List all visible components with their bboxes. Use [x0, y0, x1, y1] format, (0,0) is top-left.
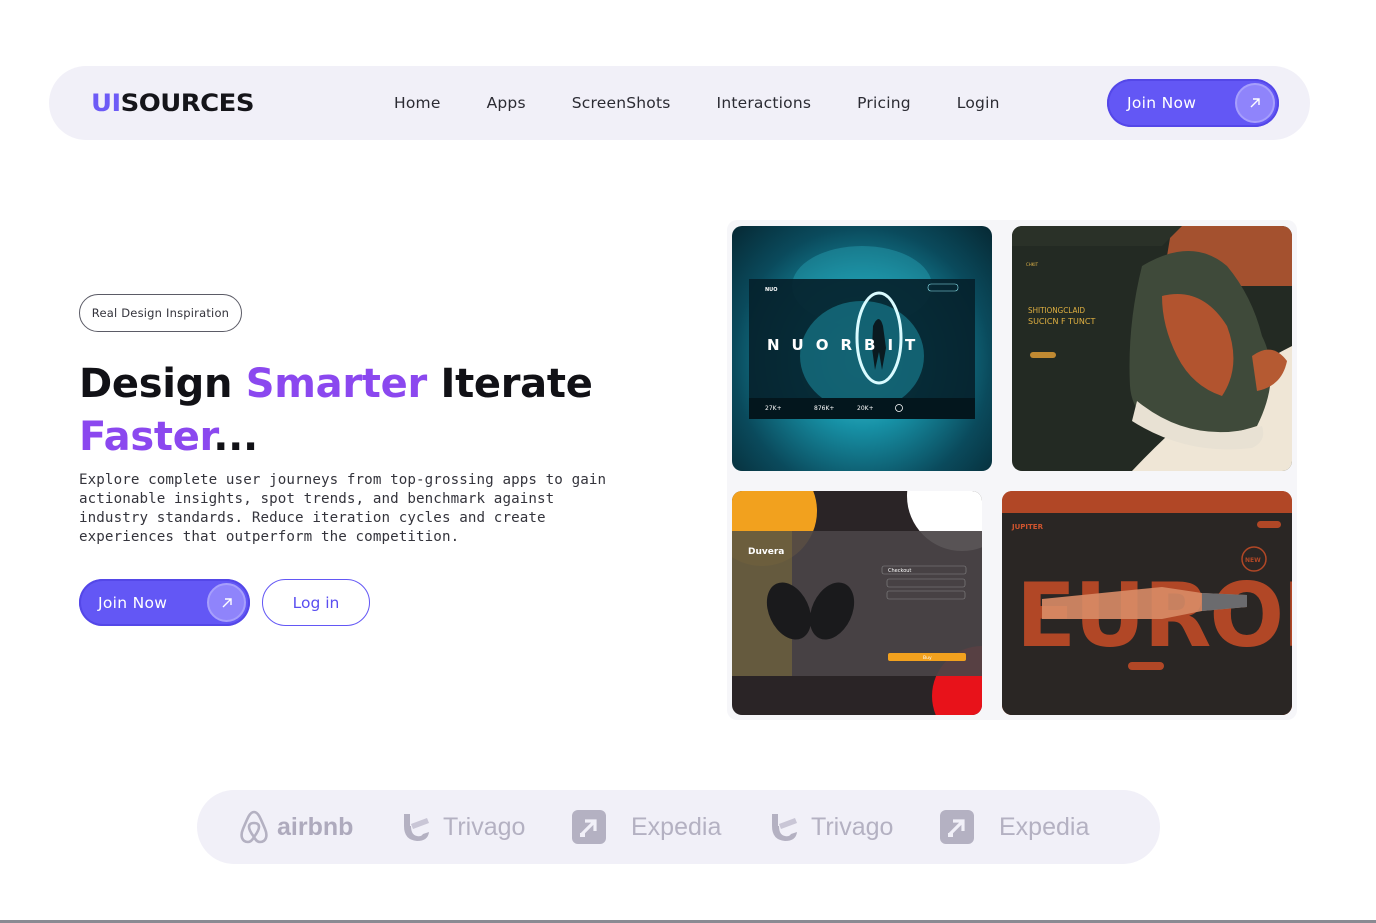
sneaker-headline-2: SUCICN F TUNCT [1028, 317, 1095, 326]
hero-join-label: Join Now [98, 593, 168, 612]
duvera-buy: Buy [923, 655, 932, 661]
logo[interactable]: UISOURCES [91, 88, 254, 118]
nav-link-screenshots[interactable]: ScreenShots [572, 94, 671, 112]
expedia-icon [572, 810, 606, 844]
nuorbit-preview: 27K+ 876K+ 20K+ NUO NUORBIT [749, 246, 975, 419]
hero-description: Explore complete user journeys from top-… [79, 472, 607, 545]
headline-accent-2: Faster [79, 414, 214, 460]
hero-join-button[interactable]: Join Now [79, 579, 250, 626]
headline-accent-1: Smarter [245, 361, 427, 407]
airbnb-icon [240, 810, 268, 844]
headline-part-2: Iterate [426, 361, 593, 407]
logo-text: SOURCES [120, 89, 255, 117]
logo-accent: UI [91, 89, 121, 117]
nav-link-home[interactable]: Home [394, 94, 441, 112]
expedia-icon [940, 810, 974, 844]
duvera-brand: Duvera [748, 547, 784, 557]
brand-airbnb: airbnb [237, 790, 353, 864]
brand-expedia-1-label: Expedia [631, 812, 722, 841]
europa-badge: NEW [1245, 557, 1261, 564]
nav-join-label: Join Now [1127, 94, 1197, 112]
nuorbit-title: NUORBIT [767, 336, 927, 354]
nav-link-apps[interactable]: Apps [487, 94, 526, 112]
brand-expedia-1: Expedia [571, 790, 721, 864]
top-navbar: UISOURCES Home Apps ScreenShots Interact… [49, 66, 1310, 140]
trivago-icon [772, 814, 797, 841]
nav-link-login[interactable]: Login [957, 94, 1000, 112]
nav-link-pricing[interactable]: Pricing [857, 94, 911, 112]
brand-airbnb-label: airbnb [277, 812, 354, 841]
sneaker-brand: CHKIT [1026, 262, 1039, 267]
partner-logos: airbnb Trivago Expedia Trivago Expedia [197, 790, 1160, 864]
brand-expedia-2: Expedia [939, 790, 1089, 864]
nuorbit-brand: NUO [765, 287, 778, 293]
duvera-preview: Duvera Checkout Buy [732, 491, 982, 715]
showcase-duvera[interactable]: Duvera Checkout Buy [732, 491, 982, 715]
brand-trivago-2: Trivago [769, 790, 893, 864]
nuorbit-stat-2: 876K+ [814, 405, 834, 412]
showcase-europa[interactable]: EUROPA NEW JUPITER [1002, 491, 1292, 715]
nuorbit-stat-3: 20K+ [857, 405, 874, 412]
duvera-checkout: Checkout [888, 568, 911, 574]
nav-link-interactions[interactable]: Interactions [717, 94, 812, 112]
sneaker-preview: CHKIT SHITIONGCLAID SUCICN F TUNCT [1012, 226, 1292, 471]
brand-trivago-1: Trivago [401, 790, 525, 864]
nav-join-button[interactable]: Join Now [1107, 79, 1279, 127]
trivago-icon [404, 814, 429, 841]
brand-trivago-1-label: Trivago [443, 812, 526, 841]
nuorbit-stat-1: 27K+ [765, 405, 782, 412]
europa-preview: EUROPA NEW JUPITER [1002, 491, 1292, 715]
brand-trivago-2-label: Trivago [811, 812, 894, 841]
nav-links: Home Apps ScreenShots Interactions Prici… [394, 66, 1046, 140]
showcase-gallery: 27K+ 876K+ 20K+ NUO NUORBIT CHKIT SHITIO… [727, 220, 1297, 720]
sneaker-headline-1: SHITIONGCLAID [1028, 306, 1086, 315]
arrow-up-right-icon [1235, 83, 1275, 123]
headline-part-3: ... [213, 414, 258, 460]
hero-badge: Real Design Inspiration [79, 294, 242, 332]
headline-part-1: Design [79, 361, 246, 407]
showcase-nuorbit[interactable]: 27K+ 876K+ 20K+ NUO NUORBIT [732, 226, 992, 471]
showcase-sneaker[interactable]: CHKIT SHITIONGCLAID SUCICN F TUNCT [1012, 226, 1292, 471]
europa-brand: JUPITER [1011, 523, 1044, 531]
brand-expedia-2-label: Expedia [999, 812, 1090, 841]
hero-headline: Design Smarter Iterate Faster... [79, 358, 639, 464]
arrow-up-right-icon [207, 583, 246, 622]
hero-login-button[interactable]: Log in [262, 579, 370, 626]
